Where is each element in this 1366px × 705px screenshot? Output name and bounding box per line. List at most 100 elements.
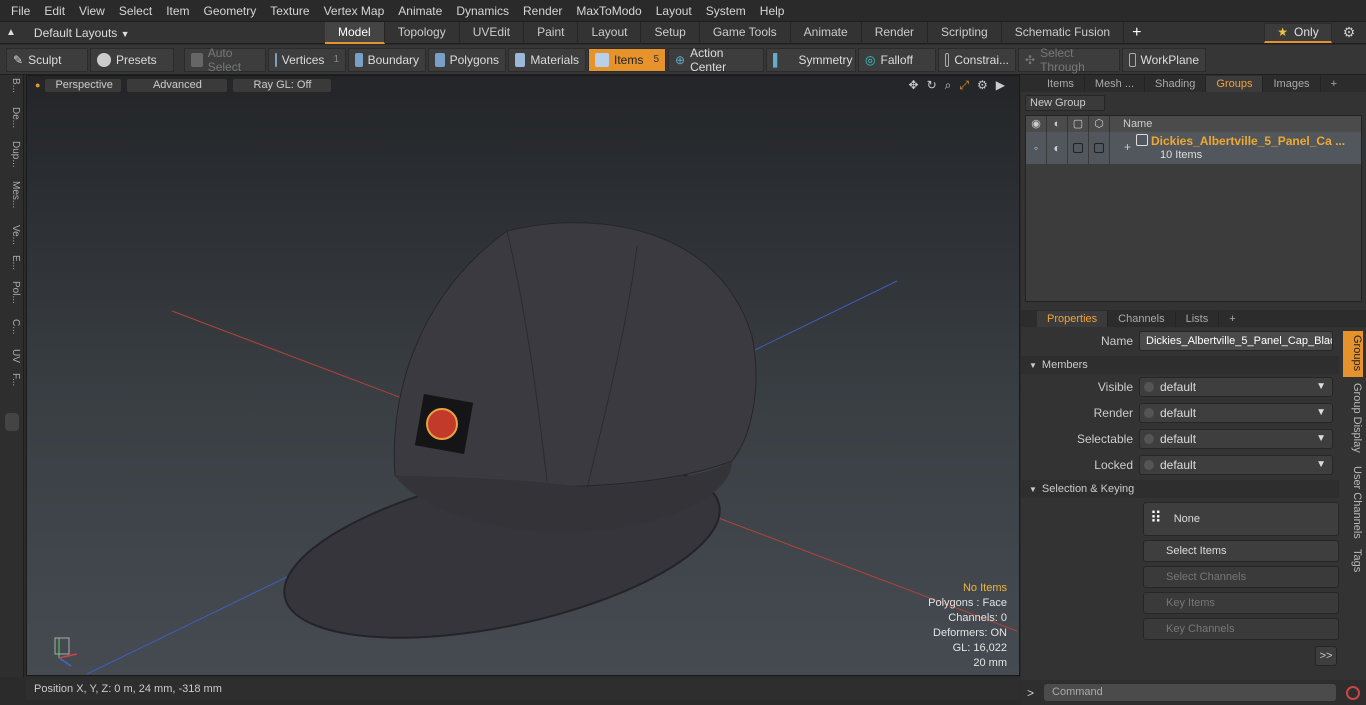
new-group-button[interactable]: New Group	[1025, 95, 1105, 111]
row-render-icon[interactable]: ◐	[1047, 132, 1068, 164]
group-row[interactable]: ◦ ◐ + Dickies_Albertville_5_Panel_Ca ...…	[1026, 132, 1361, 164]
tab-scripting[interactable]: Scripting	[928, 21, 1002, 44]
constraints-button[interactable]: Constrai...	[938, 47, 1016, 72]
side-tab-tags[interactable]: Tags	[1343, 549, 1363, 572]
tab-model[interactable]: Model	[325, 21, 385, 44]
left-tab-dup[interactable]: Dup...	[3, 141, 21, 168]
expand-plus-icon[interactable]: +	[1124, 140, 1131, 154]
tab-paint[interactable]: Paint	[524, 21, 579, 44]
row-lock-checkbox[interactable]	[1089, 132, 1110, 164]
row-select-checkbox[interactable]	[1068, 132, 1089, 164]
left-tab-de[interactable]: De...	[3, 107, 21, 128]
lock-icon[interactable]: ⬡	[1089, 116, 1110, 132]
menu-view[interactable]: View	[72, 0, 112, 22]
auto-select-button[interactable]: Auto Select	[184, 46, 266, 74]
visibility-eye-icon[interactable]: ◉	[1026, 116, 1047, 132]
left-tab-ve[interactable]: Ve...	[3, 225, 21, 245]
left-tab-c[interactable]: C...	[3, 319, 21, 335]
side-tab-user-channels[interactable]: User Channels	[1343, 466, 1363, 539]
tab-mesh[interactable]: Mesh ...	[1085, 76, 1146, 92]
selection-keying-section[interactable]: ▼ Selection & Keying	[1021, 480, 1339, 498]
menu-select[interactable]: Select	[112, 0, 159, 22]
menu-render[interactable]: Render	[516, 0, 569, 22]
workplane-button[interactable]: WorkPlane	[1122, 47, 1206, 72]
left-tab-f[interactable]: F...	[3, 373, 21, 386]
record-icon[interactable]	[1346, 685, 1361, 700]
menu-vertex-map[interactable]: Vertex Map	[317, 0, 392, 22]
materials-button[interactable]: Materials	[508, 47, 586, 72]
add-tab-plus-icon[interactable]: +	[1124, 23, 1149, 43]
render-icon[interactable]: ◐	[1047, 116, 1068, 132]
tab-topology[interactable]: Topology	[385, 21, 460, 44]
tab-schematic-fusion[interactable]: Schematic Fusion	[1002, 21, 1125, 44]
scene-canvas[interactable]	[27, 76, 1020, 676]
side-tab-groups[interactable]: Groups	[1343, 331, 1363, 377]
perspective-button[interactable]: Perspective	[44, 77, 123, 93]
render-select[interactable]: default ▼	[1139, 403, 1333, 423]
tab-lists[interactable]: Lists	[1176, 311, 1220, 327]
props-add-tab-icon[interactable]: +	[1219, 311, 1245, 327]
rotate-icon[interactable]: ↻	[927, 78, 937, 93]
zoom-icon[interactable]: ⌕	[945, 78, 952, 93]
left-tab-uv[interactable]: UV	[3, 349, 21, 363]
name-field[interactable]: Dickies_Albertville_5_Panel_Cap_Black	[1139, 331, 1333, 351]
tab-groups[interactable]: Groups	[1206, 76, 1264, 92]
action-center-button[interactable]: ⊕ Action Center	[668, 46, 764, 74]
tab-render[interactable]: Render	[862, 21, 929, 44]
menu-animate[interactable]: Animate	[391, 0, 449, 22]
gear-icon[interactable]: ⚙	[1332, 24, 1366, 41]
key-items-button[interactable]: Key Items	[1143, 592, 1339, 614]
left-tab-pol[interactable]: Pol...	[3, 281, 21, 304]
boundary-button[interactable]: Boundary	[348, 47, 426, 72]
layouts-dropdown[interactable]: ▲ Default Layouts ▼	[0, 22, 135, 44]
viewport-gear-icon[interactable]: ⚙	[977, 78, 988, 93]
select-channels-button[interactable]: Select Channels	[1143, 566, 1339, 588]
sculpt-button[interactable]: ✎ Sculpt	[6, 47, 88, 72]
tab-properties[interactable]: Properties	[1037, 311, 1109, 327]
tab-shading[interactable]: Shading	[1145, 76, 1207, 92]
row-eye-icon[interactable]: ◦	[1026, 132, 1047, 164]
panel-add-tab-icon[interactable]: +	[1321, 76, 1347, 92]
menu-file[interactable]: File	[4, 0, 37, 22]
collapse-icon[interactable]: ▲	[6, 27, 16, 38]
tab-game-tools[interactable]: Game Tools	[700, 21, 791, 44]
select-through-button[interactable]: ✣ Select Through	[1018, 46, 1120, 74]
only-button[interactable]: ★ Only	[1264, 22, 1332, 43]
locked-select[interactable]: default ▼	[1139, 455, 1333, 475]
advanced-button[interactable]: Advanced	[126, 77, 229, 93]
key-channels-button[interactable]: Key Channels	[1143, 618, 1339, 640]
members-section[interactable]: ▼ Members	[1021, 356, 1339, 374]
visible-select[interactable]: default ▼	[1139, 377, 1333, 397]
polygons-button[interactable]: Polygons	[428, 47, 506, 72]
tab-animate[interactable]: Animate	[791, 21, 862, 44]
selectable-select[interactable]: default ▼	[1139, 429, 1333, 449]
tab-channels[interactable]: Channels	[1108, 311, 1176, 327]
pan-icon[interactable]: ✥	[909, 78, 919, 93]
side-tab-group-display[interactable]: Group Display	[1343, 383, 1363, 453]
menu-layout[interactable]: Layout	[649, 0, 699, 22]
raygl-button[interactable]: Ray GL: Off	[232, 77, 333, 93]
left-tab-mes[interactable]: Mes...	[3, 181, 21, 208]
menu-maxtomodo[interactable]: MaxToModo	[569, 0, 648, 22]
left-tab-e[interactable]: E...	[3, 255, 21, 270]
command-input[interactable]: Command	[1044, 684, 1337, 701]
menu-dynamics[interactable]: Dynamics	[449, 0, 516, 22]
menu-help[interactable]: Help	[753, 0, 792, 22]
menu-system[interactable]: System	[699, 0, 753, 22]
tab-uvedit[interactable]: UVEdit	[460, 21, 525, 44]
items-button[interactable]: Items 5	[588, 47, 666, 72]
menu-geometry[interactable]: Geometry	[197, 0, 264, 22]
select-cube-icon[interactable]: ▢	[1068, 116, 1089, 132]
select-items-button[interactable]: Select Items	[1143, 540, 1339, 562]
left-tab-toggle[interactable]	[5, 413, 19, 431]
menu-texture[interactable]: Texture	[263, 0, 316, 22]
vertices-button[interactable]: Vertices 1	[268, 47, 346, 72]
presets-button[interactable]: Presets	[90, 47, 174, 72]
tab-items[interactable]: Items	[1037, 76, 1085, 92]
more-button[interactable]: >>	[1315, 646, 1337, 666]
tab-images[interactable]: Images	[1263, 76, 1321, 92]
viewport-menu-dot-icon[interactable]: ●	[35, 80, 40, 90]
falloff-button[interactable]: ◎ Falloff	[858, 47, 936, 72]
menu-edit[interactable]: Edit	[37, 0, 72, 22]
tab-layout[interactable]: Layout	[578, 21, 642, 44]
